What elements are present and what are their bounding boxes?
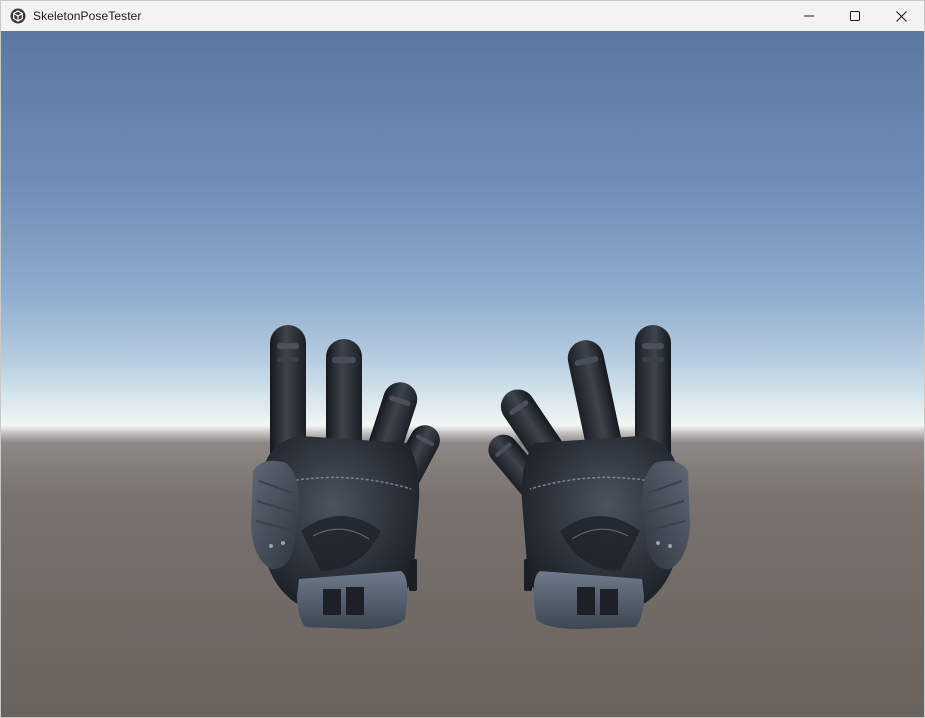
game-viewport[interactable] [1,31,924,717]
scene-render [1,31,924,717]
maximize-icon [850,11,860,21]
unity-cube-icon [10,8,26,24]
maximize-button[interactable] [832,1,878,31]
app-window: SkeletonPoseTester [0,0,925,718]
minimize-icon [804,15,814,17]
close-button[interactable] [878,1,924,31]
minimize-button[interactable] [786,1,832,31]
window-title: SkeletonPoseTester [33,9,142,23]
close-icon [895,10,907,22]
title-bar[interactable]: SkeletonPoseTester [1,1,924,31]
sky-and-ground [1,31,924,717]
window-controls [786,1,924,31]
